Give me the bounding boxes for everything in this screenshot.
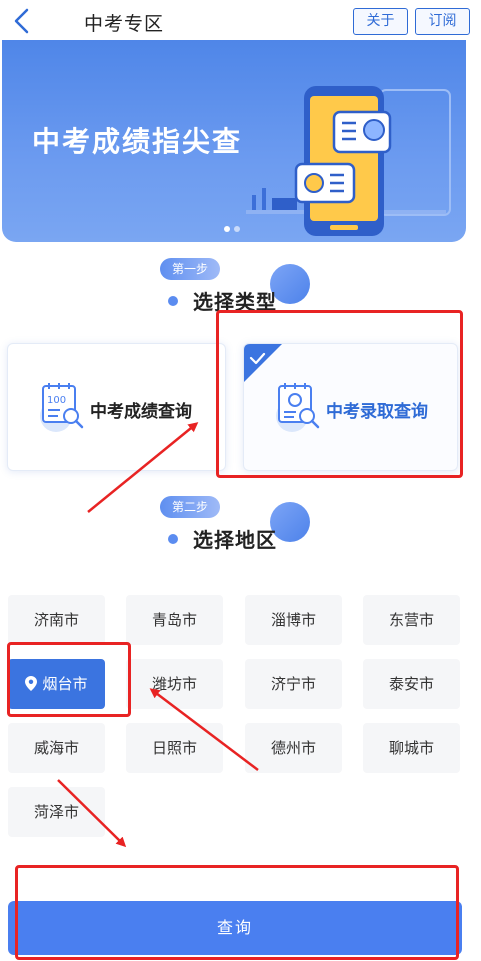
city-option[interactable]: 德州市 bbox=[245, 723, 342, 773]
step2-badge: 第二步 bbox=[160, 496, 220, 518]
city-label: 烟台市 bbox=[42, 675, 88, 693]
city-option[interactable]: 淄博市 bbox=[245, 595, 342, 645]
bullet-dot bbox=[168, 296, 178, 306]
phone-illustration-icon bbox=[246, 86, 451, 236]
step1-badge: 第一步 bbox=[160, 258, 220, 280]
subscribe-button[interactable]: 订阅 bbox=[415, 8, 470, 35]
header-bar: 中考专区 关于 订阅 bbox=[0, 0, 481, 44]
city-option[interactable]: 济宁市 bbox=[245, 659, 342, 709]
selected-check-icon bbox=[244, 344, 282, 382]
bullet-dot bbox=[168, 534, 178, 544]
page-title: 中考专区 bbox=[84, 13, 165, 35]
about-button[interactable]: 关于 bbox=[353, 8, 408, 35]
banner-pagination bbox=[224, 217, 244, 236]
city-option[interactable]: 威海市 bbox=[8, 723, 105, 773]
location-pin-icon bbox=[25, 676, 38, 691]
step1-heading: 第一步 选择类型 bbox=[160, 258, 320, 318]
city-option[interactable]: 聊城市 bbox=[363, 723, 460, 773]
step2-heading: 第二步 选择地区 bbox=[160, 496, 320, 556]
city-option[interactable]: 济南市 bbox=[8, 595, 105, 645]
svg-text:100: 100 bbox=[47, 395, 66, 406]
pagination-dot bbox=[234, 226, 240, 232]
type-option-label: 中考成绩查询 bbox=[90, 402, 192, 422]
type-option-score[interactable]: 100 中考成绩查询 bbox=[7, 343, 226, 471]
score-report-icon: 100 bbox=[40, 383, 84, 432]
city-option-selected[interactable]: 烟台市 bbox=[8, 659, 105, 709]
back-arrow-icon[interactable] bbox=[8, 6, 38, 36]
banner-headline: 中考成绩指尖查 bbox=[32, 125, 243, 158]
step2-title: 选择地区 bbox=[193, 528, 277, 552]
pagination-dot bbox=[224, 226, 230, 232]
type-option-admission[interactable]: 中考录取查询 bbox=[243, 343, 458, 471]
city-option[interactable]: 泰安市 bbox=[363, 659, 460, 709]
step1-title: 选择类型 bbox=[193, 290, 277, 314]
city-option[interactable]: 青岛市 bbox=[126, 595, 223, 645]
city-option[interactable]: 潍坊市 bbox=[126, 659, 223, 709]
type-option-label: 中考录取查询 bbox=[326, 402, 428, 422]
city-option[interactable]: 日照市 bbox=[126, 723, 223, 773]
query-submit-button[interactable]: 查询 bbox=[8, 901, 462, 955]
city-option[interactable]: 菏泽市 bbox=[8, 787, 105, 837]
city-option[interactable]: 东营市 bbox=[363, 595, 460, 645]
promo-banner[interactable]: 中考成绩指尖查 bbox=[2, 40, 466, 242]
admission-report-icon bbox=[276, 383, 320, 432]
